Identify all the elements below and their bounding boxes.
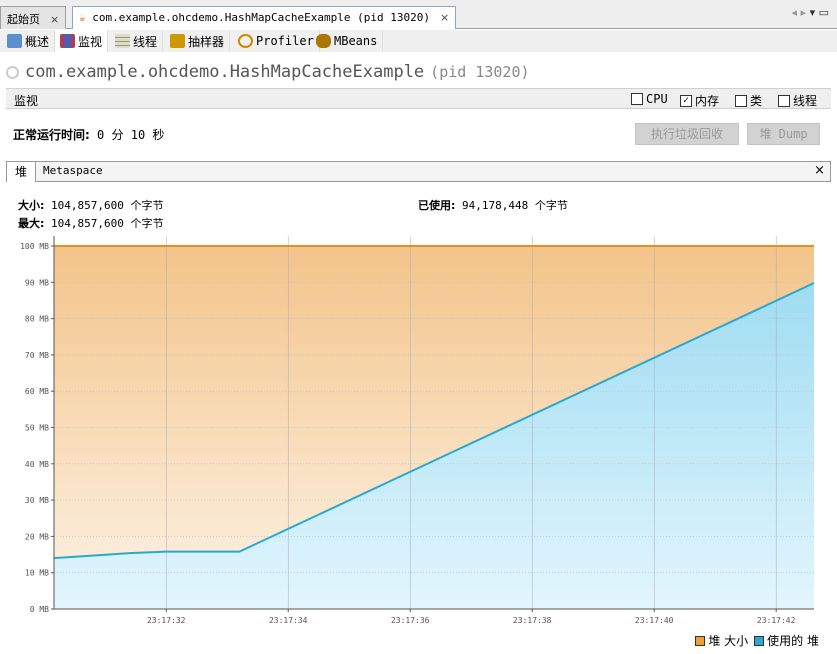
- y-tick-label: 50 MB: [25, 424, 49, 433]
- sampler-icon: [170, 34, 185, 48]
- x-tick-label: 23:17:40: [635, 616, 674, 625]
- legend-heap-size: 堆 大小: [695, 632, 748, 649]
- tab-sampler[interactable]: 抽样器: [165, 30, 231, 52]
- max-label: 最大:: [18, 217, 45, 230]
- y-tick-label: 10 MB: [25, 569, 49, 578]
- max-value: 104,857,600 个字节: [51, 217, 164, 230]
- y-tick-label: 40 MB: [25, 460, 49, 469]
- checkbox-icon: [778, 94, 790, 107]
- tab-label: MBeans: [334, 34, 378, 48]
- threads-icon: [115, 34, 130, 48]
- y-tick-label: 100 MB: [20, 242, 49, 251]
- uptime-label: 正常运行时间:: [13, 128, 90, 142]
- x-tick-label: 23:17:32: [147, 616, 186, 625]
- tab-label: Profiler: [256, 34, 314, 48]
- y-tick-label: 20 MB: [25, 532, 49, 541]
- uptime: 正常运行时间: 0 分 10 秒: [13, 126, 164, 143]
- overview-icon: [7, 34, 22, 48]
- heap-chart: 0 MB 10 MB 20 MB 30 MB 40 MB 50 MB 60 MB 70 MB 8…: [20, 236, 815, 625]
- y-tick-label: 80 MB: [25, 315, 49, 324]
- monitor-bar: 监视 CPU ✓ 内存 类 线程: [6, 88, 831, 109]
- section-title: 监视: [14, 94, 39, 108]
- tab-profiler[interactable]: Profiler: [233, 30, 320, 52]
- heap-tab-bar: 堆 Metaspace ×: [6, 161, 831, 182]
- checkmark-icon: ✓: [680, 94, 692, 107]
- size-value: 104,857,600 个字节: [51, 199, 164, 212]
- checkbox-label: 内存: [695, 94, 720, 108]
- y-tick-label: 60 MB: [25, 387, 49, 396]
- status-icon: [6, 65, 19, 79]
- scroll-left-icon[interactable]: ◂: [792, 6, 798, 19]
- checkbox-label: 类: [750, 94, 763, 108]
- close-icon[interactable]: ×: [50, 13, 59, 26]
- tab-overview[interactable]: 概述: [2, 30, 56, 52]
- legend-swatch-orange: [695, 636, 706, 646]
- tab-label: 起始页: [7, 13, 40, 26]
- heap-dump-button[interactable]: 堆 Dump: [747, 123, 820, 145]
- gc-button[interactable]: 执行垃圾回收: [635, 123, 739, 145]
- checkbox-label: 线程: [793, 94, 818, 108]
- checkbox-icon: [735, 94, 747, 107]
- tab-heap[interactable]: 堆: [7, 162, 37, 182]
- close-icon[interactable]: ×: [440, 11, 449, 24]
- tab-label: com.example.ohcdemo.HashMapCacheExample …: [92, 11, 431, 24]
- tab-threads[interactable]: 线程: [110, 30, 164, 52]
- tab-application[interactable]: ☕ com.example.ohcdemo.HashMapCacheExampl…: [72, 6, 457, 29]
- tab-monitor[interactable]: 监视: [55, 30, 109, 52]
- y-tick-label: 70 MB: [25, 351, 49, 360]
- x-tick-label: 23:17:38: [513, 616, 552, 625]
- checkbox-label: CPU: [646, 92, 668, 106]
- close-icon[interactable]: ×: [814, 163, 825, 178]
- chart-legend: 堆 大小 使用的 堆: [695, 632, 819, 649]
- x-tick-label: 23:17:34: [269, 616, 308, 625]
- legend-label: 使用的 堆: [767, 634, 819, 648]
- heap-used: 已使用: 94,178,448 个字节: [418, 197, 568, 213]
- document-tab-bar: 起始页 × ☕ com.example.ohcdemo.HashMapCacheE…: [0, 0, 837, 29]
- clock-icon: [238, 34, 253, 48]
- checkbox-memory[interactable]: ✓ 内存: [680, 92, 719, 109]
- pid-label: (pid 13020): [430, 63, 530, 81]
- y-tick-label: 30 MB: [25, 496, 49, 505]
- legend-used-heap: 使用的 堆: [754, 632, 819, 649]
- used-label: 已使用:: [418, 199, 456, 212]
- beans-icon: [316, 34, 331, 48]
- tab-mbeans[interactable]: MBeans: [311, 30, 384, 52]
- java-icon: ☕: [79, 11, 86, 24]
- tab-label: 线程: [133, 34, 158, 49]
- y-tick-label: 0 MB: [30, 605, 49, 614]
- page-title: com.example.ohcdemo.HashMapCacheExample …: [6, 62, 530, 82]
- heap-size: 大小: 104,857,600 个字节: [18, 197, 164, 213]
- checkbox-icon: [631, 93, 643, 105]
- monitor-icon: [60, 34, 75, 48]
- x-tick-label: 23:17:42: [757, 616, 796, 625]
- tab-label: 监视: [78, 34, 103, 49]
- legend-label: 堆 大小: [708, 634, 749, 648]
- view-tab-bar: 概述 监视 线程 抽样器 Profiler MBeans: [0, 30, 837, 52]
- tab-label: 抽样器: [188, 34, 225, 49]
- checkbox-threads[interactable]: 线程: [778, 92, 817, 109]
- checkbox-classes[interactable]: 类: [735, 92, 762, 109]
- tab-metaspace[interactable]: Metaspace: [35, 162, 111, 182]
- size-label: 大小:: [18, 199, 45, 212]
- app-name: com.example.ohcdemo.HashMapCacheExample: [25, 62, 425, 82]
- uptime-value: 0 分 10 秒: [97, 128, 165, 142]
- x-tick-label: 23:17:36: [391, 616, 430, 625]
- tab-start-page[interactable]: 起始页 ×: [0, 6, 67, 29]
- maximize-icon[interactable]: ▭: [819, 6, 829, 19]
- y-tick-label: 90 MB: [25, 278, 49, 287]
- dropdown-icon[interactable]: ▾: [810, 6, 816, 19]
- legend-swatch-blue: [754, 636, 765, 646]
- tab-label: 概述: [25, 34, 50, 49]
- used-value: 94,178,448 个字节: [462, 199, 568, 212]
- scroll-right-icon[interactable]: ▸: [801, 6, 807, 19]
- checkbox-cpu[interactable]: CPU: [631, 92, 668, 106]
- heap-max: 最大: 104,857,600 个字节: [18, 215, 164, 231]
